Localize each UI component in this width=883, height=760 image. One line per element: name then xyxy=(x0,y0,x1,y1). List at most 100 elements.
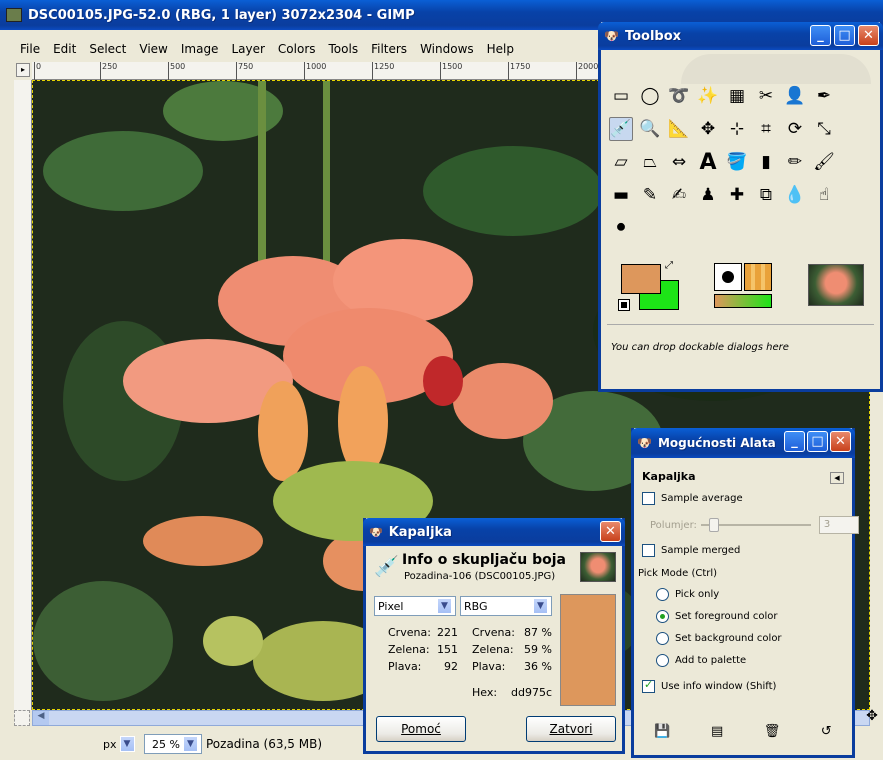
close-button[interactable]: ✕ xyxy=(830,431,851,452)
zoom-icon[interactable]: 🔍 xyxy=(638,117,662,141)
menu-arrow-button[interactable]: ▸ xyxy=(16,63,30,77)
unit-select[interactable]: px ▼ xyxy=(100,734,138,754)
select-by-color-icon[interactable]: ▦ xyxy=(725,84,749,108)
minimize-button[interactable]: _ xyxy=(810,25,831,46)
ellipse-select-icon[interactable]: ◯ xyxy=(638,84,662,108)
close-button[interactable]: ✕ xyxy=(858,25,879,46)
pick-mode-option[interactable]: Set foreground color xyxy=(656,610,777,623)
fg-bg-colors[interactable]: ⤢ xyxy=(618,260,681,314)
left-mode-select[interactable]: Pixel ▼ xyxy=(374,596,456,616)
color-picker-icon[interactable]: 💉 xyxy=(609,117,633,141)
eraser-icon[interactable]: ▬ xyxy=(609,183,633,207)
save-options-icon[interactable]: 💾 xyxy=(654,724,670,739)
gradient-preview[interactable] xyxy=(714,294,772,308)
menu-windows[interactable]: Windows xyxy=(420,42,474,62)
fuzzy-select-icon[interactable]: ✨ xyxy=(696,84,720,108)
color-picker-titlebar[interactable]: 🐶 Kapaljka ✕ xyxy=(363,518,625,546)
pick-mode-option[interactable]: Add to palette xyxy=(656,654,746,667)
minimize-button[interactable]: _ xyxy=(784,431,805,452)
dock-menu-button[interactable]: ◀ xyxy=(830,472,844,484)
default-colors-icon[interactable] xyxy=(618,299,630,311)
crop-icon[interactable]: ⌗ xyxy=(754,117,778,141)
zoom-select[interactable]: 25 % ▼ xyxy=(144,734,202,754)
menu-view[interactable]: View xyxy=(139,42,167,62)
pick-only-radio[interactable] xyxy=(656,588,669,601)
vertical-ruler[interactable] xyxy=(14,80,32,710)
radius-spin[interactable]: 3 xyxy=(818,516,859,534)
swap-colors-icon[interactable]: ⤢ xyxy=(665,260,673,271)
set-background-radio[interactable] xyxy=(656,632,669,645)
active-image-thumbnail[interactable] xyxy=(808,264,864,306)
pattern-preview[interactable] xyxy=(744,263,772,291)
align-icon[interactable]: ⊹ xyxy=(725,117,749,141)
sample-average-row[interactable]: Sample average xyxy=(642,492,743,505)
slider-handle[interactable] xyxy=(708,518,719,532)
menu-file[interactable]: File xyxy=(20,42,40,62)
navigate-icon[interactable]: ✥ xyxy=(862,708,882,728)
rotate-icon[interactable]: ⟳ xyxy=(783,117,807,141)
rect-select-icon[interactable]: ▭ xyxy=(609,84,633,108)
toolbox-titlebar[interactable]: 🐶 Toolbox _ □ ✕ xyxy=(598,22,883,50)
airbrush-icon[interactable]: ✎ xyxy=(638,183,662,207)
pick-mode-option[interactable]: Set background color xyxy=(656,632,782,645)
shear-icon[interactable]: ▱ xyxy=(609,150,633,174)
restore-options-icon[interactable]: ▤ xyxy=(711,724,723,739)
gimp-wilber-icon: 🐶 xyxy=(637,436,652,450)
pencil-icon[interactable]: ✏ xyxy=(783,150,807,174)
paths-icon[interactable]: ✒ xyxy=(812,84,836,108)
tool-options-titlebar[interactable]: 🐶 Mogućnosti Alata _ □ ✕ xyxy=(631,428,855,458)
delete-options-icon[interactable]: 🗑 xyxy=(764,724,781,739)
menu-layer[interactable]: Layer xyxy=(231,42,264,62)
scroll-left-button[interactable]: ◀ xyxy=(33,711,49,725)
set-foreground-radio[interactable] xyxy=(656,610,669,623)
free-select-icon[interactable]: ➰ xyxy=(667,84,691,108)
help-button[interactable]: Pomoć xyxy=(376,716,466,742)
move-icon[interactable]: ✥ xyxy=(696,117,720,141)
close-button[interactable]: ✕ xyxy=(600,521,621,542)
radius-slider[interactable] xyxy=(700,518,811,532)
perspective-clone-icon[interactable]: ⧉ xyxy=(754,183,778,207)
bucket-fill-icon[interactable]: 🪣 xyxy=(725,150,749,174)
ink-icon[interactable]: ✍ xyxy=(667,183,691,207)
close-dialog-button[interactable]: Zatvori xyxy=(526,716,616,742)
use-info-window-checkbox[interactable]: ✓ xyxy=(642,678,655,693)
foreground-select-icon[interactable]: 👤 xyxy=(783,84,807,108)
right-mode-select[interactable]: RBG ▼ xyxy=(460,596,552,616)
clone-icon[interactable]: ♟ xyxy=(696,183,720,207)
perspective-icon[interactable]: ⏢ xyxy=(638,150,662,174)
toolbox-separator xyxy=(607,324,874,325)
maximize-button[interactable]: □ xyxy=(834,25,855,46)
menu-edit[interactable]: Edit xyxy=(53,42,76,62)
scissors-icon[interactable]: ✂ xyxy=(754,84,778,108)
menu-tools[interactable]: Tools xyxy=(329,42,359,62)
hex-label: Hex: xyxy=(472,686,498,699)
foreground-color-swatch[interactable] xyxy=(621,264,661,294)
reset-options-icon[interactable]: ↺ xyxy=(821,724,832,739)
horizontal-ruler[interactable]: 0 250 500 750 1000 1250 1500 1750 2000 xyxy=(32,62,602,80)
paintbrush-icon[interactable]: 🖌 xyxy=(812,150,836,174)
menu-help[interactable]: Help xyxy=(487,42,514,62)
brush-preview[interactable] xyxy=(714,263,742,291)
quick-mask-toggle[interactable] xyxy=(14,710,30,726)
flip-icon[interactable]: ⇔ xyxy=(667,150,691,174)
sample-average-checkbox[interactable] xyxy=(642,492,655,505)
sample-merged-checkbox[interactable] xyxy=(642,544,655,557)
menu-select[interactable]: Select xyxy=(89,42,126,62)
pick-mode-option[interactable]: Pick only xyxy=(656,588,719,601)
menu-colors[interactable]: Colors xyxy=(278,42,316,62)
smudge-icon[interactable]: ☝ xyxy=(812,183,836,207)
scale-icon[interactable]: ⤡ xyxy=(812,117,836,141)
add-to-palette-radio[interactable] xyxy=(656,654,669,667)
brush-pattern-gradient[interactable] xyxy=(714,263,772,309)
measure-icon[interactable]: 📐 xyxy=(667,117,691,141)
blend-icon[interactable]: ▮ xyxy=(754,150,778,174)
text-icon[interactable]: A xyxy=(696,150,720,175)
use-info-window-row[interactable]: ✓ Use info window (Shift) xyxy=(642,678,776,693)
blur-icon[interactable]: 💧 xyxy=(783,183,807,207)
menu-image[interactable]: Image xyxy=(181,42,219,62)
dodge-burn-icon[interactable]: ⚫ xyxy=(609,216,633,240)
heal-icon[interactable]: ✚ xyxy=(725,183,749,207)
maximize-button[interactable]: □ xyxy=(807,431,828,452)
sample-merged-row[interactable]: Sample merged xyxy=(642,544,740,557)
menu-filters[interactable]: Filters xyxy=(371,42,407,62)
